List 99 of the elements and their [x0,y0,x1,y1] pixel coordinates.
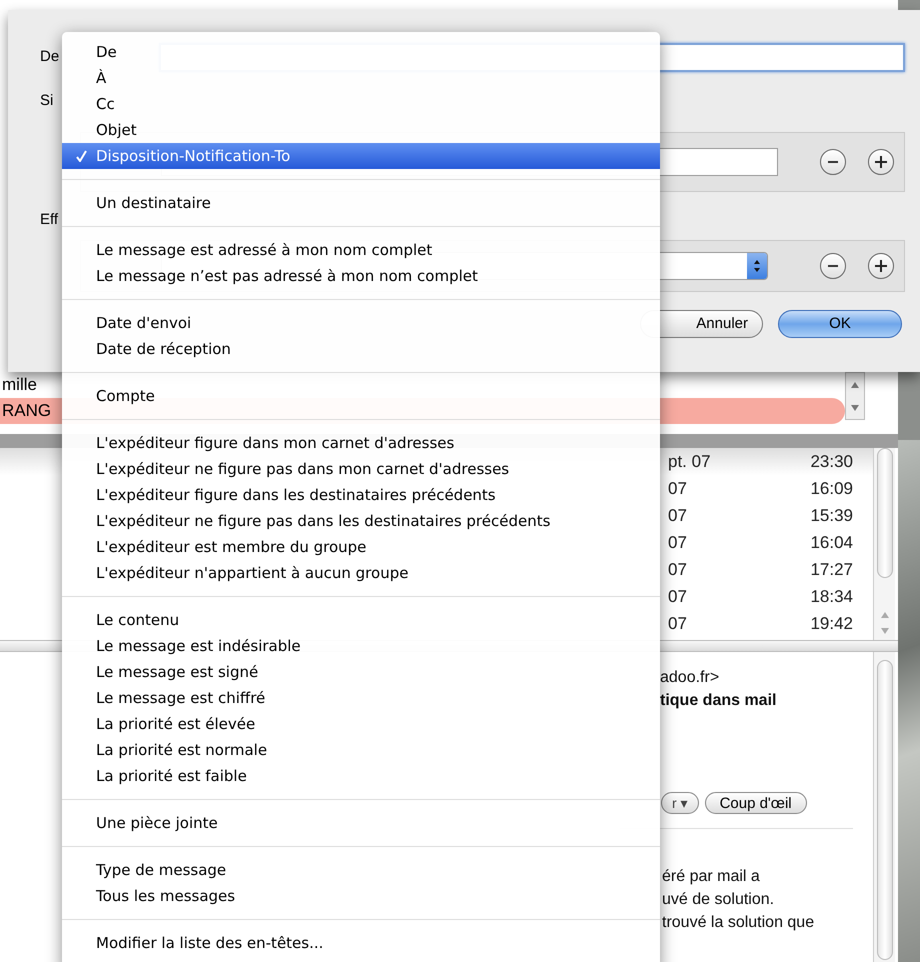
menu-item-label: L'expéditeur est membre du groupe [96,536,366,558]
up-arrow-icon [880,612,888,618]
menu-item[interactable]: Le message est indésirable [62,633,660,659]
menu-item[interactable]: Un destinataire [62,190,660,216]
menu-item-label: L'expéditeur figure dans les destinataires précédents [96,484,496,506]
menu-item-label: De [96,42,117,63]
menu-item-label: Compte [96,386,155,407]
stepper-icon [747,253,767,279]
menu-item-label: L'expéditeur figure dans mon carnet d'adresses [96,432,454,454]
menu-item-label: Cc [96,94,115,115]
message-date: 07 [668,612,688,635]
menu-item[interactable]: Modifier la liste des en-têtes... [62,930,660,956]
menu-item[interactable]: Type de message [62,857,660,883]
menu-item-label: Date d'envoi [96,312,192,334]
plus-icon [875,260,887,272]
message-time: 23:30 [810,450,853,473]
save-menu-button[interactable]: r ▾ [661,792,699,814]
menu-item[interactable]: À [62,65,660,91]
down-arrow-icon [851,404,859,410]
menu-item-label: L'expéditeur ne figure pas dans mon carnet d'adresses [96,458,510,480]
menu-item[interactable]: Le message est chiffré [62,685,660,711]
menu-item-label: Une pièce jointe [96,812,218,834]
message-time: 16:04 [810,532,853,554]
menu-item-label: Le message n’est pas adressé à mon nom complet [96,266,478,287]
menu-item-label: La priorité est élevée [96,714,256,735]
menu-item-label: La priorité est normale [96,740,268,761]
message-time: 19:42 [810,612,853,635]
menu-item-label: Disposition-Notification-To [96,146,290,167]
menu-item[interactable]: Le message n’est pas adressé à mon nom complet [62,263,660,289]
scrollbar[interactable] [845,372,865,420]
header-line: adoo.fr> [660,668,720,688]
menu-item-label: Type de message [96,860,226,881]
menu-item[interactable]: Une pièce jointe [62,810,660,836]
plus-icon [875,156,887,168]
menu-item-label: Le message est signé [96,662,258,683]
menu-item[interactable]: L'expéditeur ne figure pas dans les destinataires précédents [62,508,660,534]
menu-item[interactable]: Le message est signé [62,659,660,685]
quick-look-button[interactable]: Coup d'œil [704,792,807,814]
remove-button[interactable] [820,253,846,279]
message-date: 07 [668,504,688,527]
menu-item-label: Le message est chiffré [96,688,266,709]
header-line: tique dans mail [660,691,776,711]
body-text: uvé de solution. [662,890,774,910]
field-label: Eff [40,210,58,230]
menu-item-label: À [96,68,106,89]
minus-icon [828,265,838,267]
message-date: 07 [668,478,688,500]
add-button[interactable] [868,253,894,279]
scrollbar[interactable] [873,448,895,640]
menu-item[interactable]: La priorité est faible [62,763,660,789]
down-arrow-icon [880,628,888,634]
body-text: trouvé la solution que [662,913,814,933]
menu-item-label: Un destinataire [96,192,211,214]
menu-item-label: L'expéditeur ne figure pas dans les destinataires précédents [96,510,550,532]
field-label: De [40,47,60,68]
minus-icon [828,161,838,163]
menu-item-label: Tous les messages [96,886,236,907]
scroll-thumb[interactable] [876,660,892,960]
message-time: 15:39 [810,504,853,527]
menu-item[interactable]: Tous les messages [62,883,660,909]
ok-button[interactable]: OK [778,310,902,338]
message-date: 07 [668,532,688,554]
menu-item-label: Le contenu [96,610,180,631]
menu-item[interactable]: L'expéditeur ne figure pas dans mon carnet d'adresses [62,456,660,482]
add-button[interactable] [868,149,894,175]
message-date: pt. 07 [668,450,712,473]
menu-item[interactable]: L'expéditeur figure dans mon carnet d'adresses [62,430,660,456]
menu-item-label: Le message est indésirable [96,636,301,657]
menu-item-label: Date de réception [96,338,231,360]
scroll-thumb[interactable] [876,448,892,578]
menu-item[interactable]: La priorité est élevée [62,711,660,737]
menu-item[interactable]: L'expéditeur est membre du groupe [62,534,660,560]
message-time: 18:34 [810,586,853,608]
menu-item[interactable]: Le message est adressé à mon nom complet [62,237,660,263]
menu-item[interactable]: Compte [62,383,660,409]
message-date: 07 [668,586,688,608]
menu-item-label: La priorité est faible [96,766,247,787]
menu-item[interactable]: L'expéditeur figure dans les destinataires précédents [62,482,660,508]
up-arrow-icon [851,382,859,388]
menu-item-label: Le message est adressé à mon nom complet [96,240,432,261]
menu-item-label: Objet [96,120,137,141]
message-time: 17:27 [810,558,853,581]
menu-item[interactable]: L'expéditeur n'appartient à aucun groupe [62,560,660,586]
field-label: Si [40,90,54,111]
scrollbar[interactable] [873,652,895,962]
menu-item[interactable]: Objet [62,117,660,143]
menu-item-label: Modifier la liste des en-têtes... [96,932,324,954]
menu-item[interactable]: Date de réception [62,336,660,362]
message-time: 16:09 [810,478,853,500]
menu-item[interactable]: Le contenu [62,607,660,633]
menu-item[interactable]: Cc [62,91,660,117]
remove-button[interactable] [820,149,846,175]
menu-item[interactable]: De [62,39,660,65]
menu-item-label: L'expéditeur n'appartient à aucun groupe [96,562,408,584]
menu-item[interactable]: Disposition-Notification-To [62,143,660,169]
menu-item[interactable]: La priorité est normale [62,737,660,763]
checkmark-icon [76,150,87,162]
message-date: 07 [668,558,688,581]
body-text: éré par mail a [662,867,760,887]
